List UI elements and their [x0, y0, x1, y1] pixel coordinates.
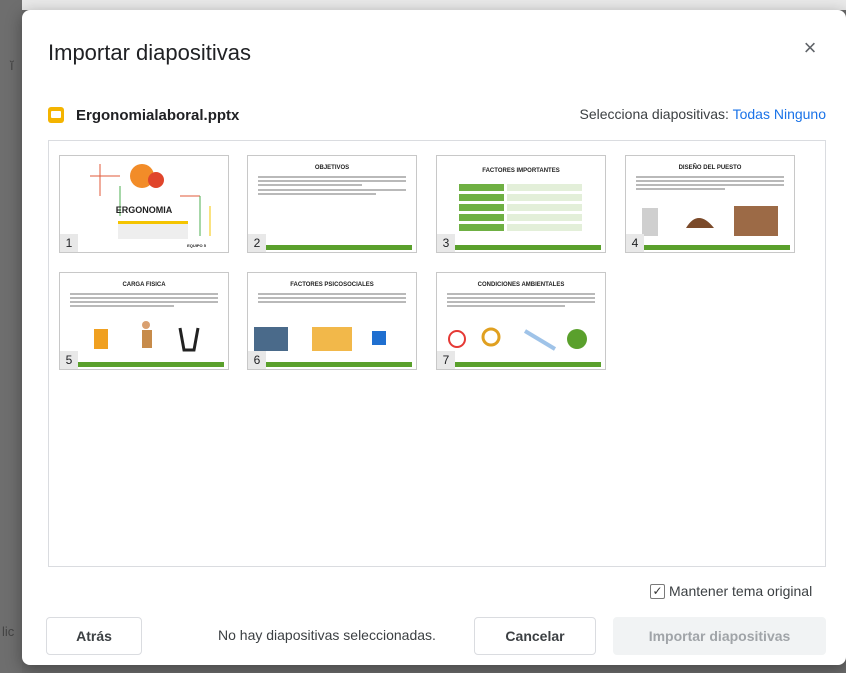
slide-green-bar — [455, 245, 601, 250]
slide-thumbnail-3[interactable]: FACTORES IMPORTANTES 3 — [436, 155, 606, 253]
background-app-strip — [0, 0, 846, 10]
slide-green-bar — [644, 245, 790, 250]
slide-thumbnail-5[interactable]: CARGA FISICA 5 — [59, 272, 229, 370]
slide-thumbnail-2[interactable]: OBJETIVOS 2 — [247, 155, 417, 253]
background-fragment: ĭ — [10, 58, 14, 73]
slides-file-icon — [48, 107, 64, 123]
slide-number: 6 — [248, 351, 266, 369]
dialog-title: Importar diapositivas — [48, 40, 251, 65]
slide-green-bar — [266, 245, 412, 250]
cancel-button[interactable]: Cancelar — [474, 617, 596, 655]
slide-5-graphic — [94, 321, 200, 352]
slide-thumbnail-7[interactable]: CONDICIONES AMBIENTALES 7 — [436, 272, 606, 370]
slides-grid: ERGONOMIA EQUIPO 5 1 OBJETIVOS 2 FACTORE… — [48, 140, 826, 567]
file-row: Ergonomialaboral.pptx — [48, 104, 239, 126]
slide-number: 2 — [248, 234, 266, 252]
slide-6-graphic — [254, 327, 386, 351]
selection-status: No hay diapositivas seleccionadas. — [218, 627, 436, 643]
slide-thumbnail-1[interactable]: ERGONOMIA EQUIPO 5 1 — [59, 155, 229, 253]
background-app-left — [0, 0, 22, 673]
slide-green-bar — [455, 362, 601, 367]
import-slides-button[interactable]: Importar diapositivas — [613, 617, 826, 655]
select-all-link[interactable]: Todas — [733, 106, 770, 122]
slide-4-graphic — [642, 206, 778, 236]
select-label: Selecciona diapositivas: — [579, 106, 729, 122]
keep-theme-option[interactable]: ✓ Mantener tema original — [650, 583, 812, 599]
slide-number: 7 — [437, 351, 455, 369]
slide-thumbnail-6[interactable]: FACTORES PSICOSOCIALES 6 — [247, 272, 417, 370]
slide-number: 3 — [437, 234, 455, 252]
slide-number: 4 — [626, 234, 644, 252]
slide-green-bar — [266, 362, 412, 367]
slide-number: 1 — [60, 234, 78, 252]
keep-theme-checkbox[interactable]: ✓ — [650, 583, 665, 599]
slide-title: OBJETIVOS — [314, 165, 350, 171]
select-none-link[interactable]: Ninguno — [774, 106, 826, 122]
import-slides-dialog: Importar diapositivas × Ergonomialaboral… — [22, 10, 846, 665]
back-button[interactable]: Atrás — [46, 617, 142, 655]
slide-1-footer: EQUIPO 5 — [187, 243, 206, 248]
slide-thumbnail-4[interactable]: DISEÑO DEL PUESTO 4 — [625, 155, 795, 253]
background-fragment: lic — [2, 624, 15, 639]
slide-text-lines — [258, 176, 406, 197]
slide-7-graphic — [448, 327, 587, 351]
select-slides-row: Selecciona diapositivas: Todas Ninguno — [580, 106, 826, 122]
slide-3-graphic — [459, 184, 582, 231]
file-name: Ergonomialaboral.pptx — [76, 106, 240, 124]
keep-theme-label: Mantener tema original — [669, 583, 813, 599]
close-icon[interactable]: × — [798, 36, 822, 60]
slide-title: ERGONOMIA — [115, 205, 173, 215]
slide-green-bar — [78, 362, 224, 367]
slide-number: 5 — [60, 351, 78, 369]
